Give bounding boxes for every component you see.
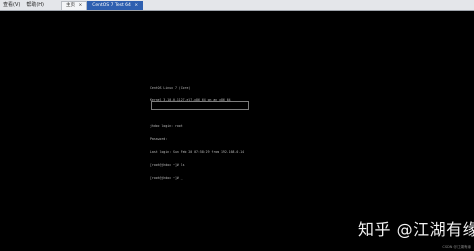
close-icon[interactable]: × <box>134 3 138 8</box>
tab-home[interactable]: 主页 × <box>61 1 88 10</box>
window-toolbar: 查看(V) 帮助(H) 主页 × CentOS 7 Test 64 × <box>0 0 474 11</box>
close-icon[interactable]: × <box>78 3 82 8</box>
zhihu-watermark: 知乎 @江湖有缘 <box>358 220 474 239</box>
terminal-line: Kernel 3.10.0-1127.el7.x86_64 on an x86_… <box>150 98 231 103</box>
tab-home-label: 主页 <box>66 3 75 8</box>
terminal-line: CentOS Linux 7 (Core) <box>150 85 191 90</box>
terminal-line: jhdoc login: root <box>150 124 183 129</box>
csdn-credit: CSDN @江湖有缘 <box>442 245 471 249</box>
tab-centos-label: CentOS 7 Test 64 <box>92 3 131 8</box>
terminal-line: [root@jhdoc ~]# ls <box>150 162 185 167</box>
menu-view[interactable]: 查看(V) <box>0 0 23 10</box>
terminal-line: [root@jhdoc ~]# _ <box>150 175 183 180</box>
terminal-line: Last login: Sun Feb 20 07:58:29 from 192… <box>150 150 245 155</box>
menu-help[interactable]: 帮助(H) <box>23 0 47 10</box>
terminal-line: Password: <box>150 137 168 142</box>
terminal-console[interactable]: CentOS Linux 7 (Core) Kernel 3.10.0-1127… <box>150 77 260 184</box>
tab-centos-vm[interactable]: CentOS 7 Test 64 × <box>87 1 144 10</box>
